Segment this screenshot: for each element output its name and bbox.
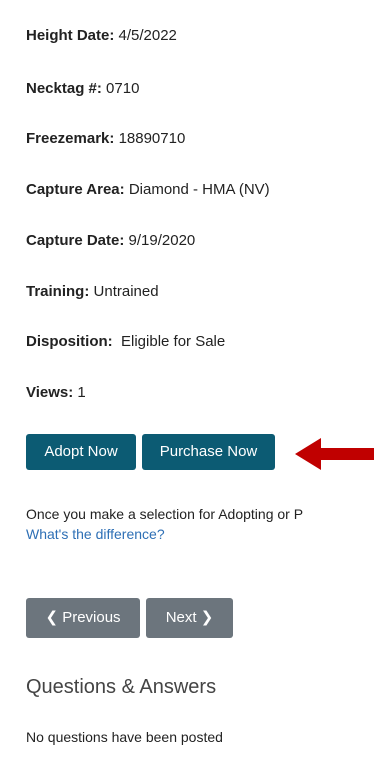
next-button[interactable]: Next ❯ <box>146 598 233 638</box>
field-label: Capture Date: <box>26 232 125 249</box>
field-value: 18890710 <box>118 130 186 147</box>
qa-empty-message: No questions have been posted <box>26 729 223 745</box>
arrow-left-icon <box>295 438 374 470</box>
field-value: 1 <box>77 384 86 401</box>
field-value: Diamond - HMA (NV) <box>128 181 270 198</box>
next-label: Next <box>165 609 197 626</box>
field-height-date: Height Date: 4/5/2022 <box>26 27 177 45</box>
field-value: 0710 <box>106 80 140 97</box>
field-label: Training: <box>26 283 90 300</box>
field-value: 4/5/2022 <box>118 27 177 44</box>
field-value: Untrained <box>93 283 159 300</box>
field-label: Disposition: <box>26 333 113 350</box>
field-label: Height Date: <box>26 27 115 44</box>
field-capture-date: Capture Date: 9/19/2020 <box>26 232 195 250</box>
field-label: Necktag #: <box>26 80 102 97</box>
field-value: Eligible for Sale <box>116 333 226 350</box>
field-views: Views: 1 <box>26 384 86 402</box>
chevron-left-icon: ❮ <box>45 609 59 626</box>
adopt-now-button[interactable]: Adopt Now <box>26 434 136 470</box>
chevron-right-icon: ❯ <box>200 609 214 626</box>
field-value: 9/19/2020 <box>128 232 196 249</box>
selection-note-text: Once you make a selection for Adopting o… <box>26 506 304 522</box>
field-label: Freezemark: <box>26 130 115 147</box>
previous-button[interactable]: ❮ Previous <box>26 598 140 638</box>
previous-label: Previous <box>62 609 121 626</box>
field-necktag: Necktag #: 0710 <box>26 80 139 98</box>
field-training: Training: Untrained <box>26 283 159 301</box>
field-label: Views: <box>26 384 74 401</box>
qa-heading: Questions & Answers <box>26 676 217 698</box>
purchase-now-button[interactable]: Purchase Now <box>142 434 275 470</box>
field-disposition: Disposition: Eligible for Sale <box>26 333 225 351</box>
difference-link[interactable]: What's the difference? <box>26 526 165 542</box>
field-capture-area: Capture Area: Diamond - HMA (NV) <box>26 181 270 199</box>
field-label: Capture Area: <box>26 181 125 198</box>
field-freezemark: Freezemark: 18890710 <box>26 130 185 148</box>
selection-note: Once you make a selection for Adopting o… <box>26 504 374 544</box>
